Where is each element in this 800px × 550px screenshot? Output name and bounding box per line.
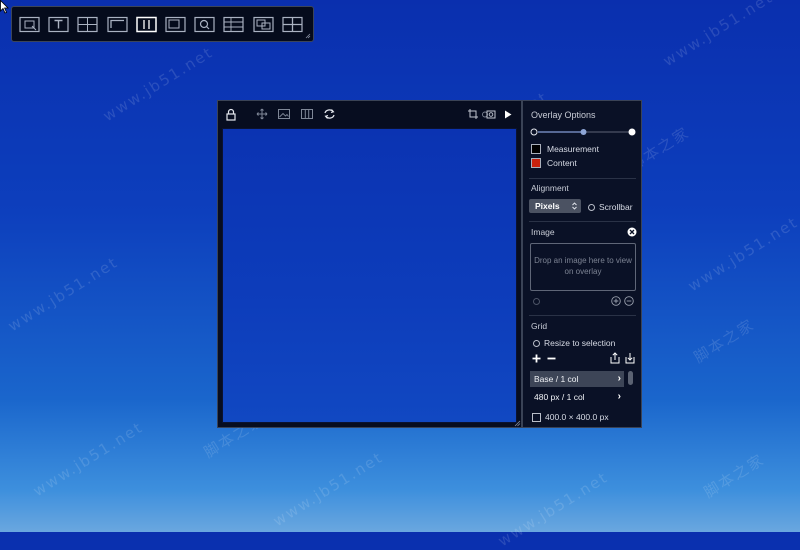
measurement-color-row[interactable]: Measurement [531,144,599,154]
grid-list-item[interactable]: 480 px / 1 col › [530,389,624,405]
mouse-cursor-icon [0,0,9,14]
resize-grip-icon[interactable] [305,33,311,39]
overlap-tool-button[interactable] [252,16,274,33]
tool-palette [11,6,314,42]
grid-item-label: 480 px / 1 col [534,392,585,402]
divider [529,221,636,222]
remove-grid-icon[interactable] [547,354,556,363]
gridlines-tool-button[interactable] [223,16,244,33]
crosshair-tool-icon [77,16,98,32]
crosshair-tool-button[interactable] [77,16,98,33]
chevron-right-icon: › [617,391,621,402]
refresh-icon[interactable] [323,107,336,121]
opacity-slider[interactable] [530,127,636,137]
chevron-right-icon: › [617,373,621,384]
alignment-title: Alignment [531,183,569,193]
watermark: www.jb51.net [684,212,800,296]
size-readout-row: 400.0 × 400.0 px [532,412,609,422]
columns-tool-button[interactable] [136,16,157,33]
guides-tool-button[interactable] [282,16,303,33]
scrollbar-label: Scrollbar [599,202,633,212]
frame-tool-button[interactable] [165,16,186,33]
overlay-window [217,100,522,428]
alignment-popup[interactable]: Pixels [529,199,581,213]
screenshot-tool-icon [19,16,40,32]
watermark: www.jb51.net [4,252,122,336]
lock-icon[interactable] [226,107,236,121]
screenshot-tool-button[interactable] [19,16,40,33]
magnifier-tool-icon [194,16,215,32]
overlay-toolbar [218,101,521,127]
import-icon[interactable] [625,352,635,364]
overlap-tool-icon [252,16,274,32]
size-checkbox[interactable] [532,412,541,422]
watermark: www.jb51.net [269,447,387,531]
corner-tool-button[interactable] [106,16,128,33]
content-color-row[interactable]: Content [531,158,577,168]
zoom-in-icon[interactable] [611,296,621,306]
resize-label: Resize to selection [544,338,616,348]
watermark: www.jb51.net [494,467,612,550]
content-color-swatch[interactable] [531,158,541,168]
updown-chevron-icon [572,202,577,210]
image-title: Image [531,227,555,237]
camera-icon[interactable] [482,107,496,121]
scrollbar-radio[interactable] [588,203,595,211]
columns-icon[interactable] [301,107,313,121]
gridlines-tool-icon [223,16,244,32]
zoom-out-icon[interactable] [624,296,634,306]
grid-list-item[interactable]: Base / 1 col › [530,371,624,387]
watermark: 脚本之家 [700,450,768,502]
text-tool-button[interactable] [48,16,69,33]
scrollbar-option[interactable]: Scrollbar [588,202,633,212]
clear-image-icon[interactable] [627,227,637,237]
content-label: Content [547,158,577,168]
corner-tool-icon [106,16,128,32]
overlay-options-panel: Overlay Options Measurement Content Alig… [522,100,642,428]
opacity-slider-knob[interactable] [580,129,587,135]
guides-tool-icon [282,16,303,32]
watermark: www.jb51.net [29,417,147,501]
size-readout: 400.0 × 400.0 px [545,412,609,422]
resize-grip-icon[interactable] [514,420,521,427]
move-icon[interactable] [256,107,268,121]
alignment-value: Pixels [535,201,560,211]
image-icon[interactable] [278,107,290,121]
watermark: www.jb51.net [99,42,217,126]
text-tool-icon [48,16,69,32]
overlay-canvas[interactable] [222,128,517,423]
play-icon[interactable] [503,107,512,121]
dropzone-text: Drop an image here to view on overlay [534,256,632,276]
watermark: www.jb51.net [659,0,777,71]
resize-radio[interactable] [533,339,540,347]
panel-title: Overlay Options [531,110,596,120]
add-grid-icon[interactable] [532,354,541,363]
columns-tool-icon [136,16,157,32]
measurement-label: Measurement [547,144,599,154]
image-dropzone[interactable]: Drop an image here to view on overlay [530,243,636,291]
watermark: 脚本之家 [690,315,758,367]
divider [529,178,636,179]
grid-list-scrollbar[interactable] [628,371,633,385]
divider [529,315,636,316]
export-icon[interactable] [610,352,620,364]
resize-to-selection-option[interactable]: Resize to selection [533,338,615,348]
image-opacity-indicator [533,298,540,305]
grid-title: Grid [531,321,548,331]
frame-tool-icon [165,16,186,32]
measurement-color-swatch[interactable] [531,144,541,154]
grid-item-label: Base / 1 col [534,374,579,384]
magnifier-tool-button[interactable] [194,16,215,33]
copy-frame-icon[interactable] [467,107,479,121]
